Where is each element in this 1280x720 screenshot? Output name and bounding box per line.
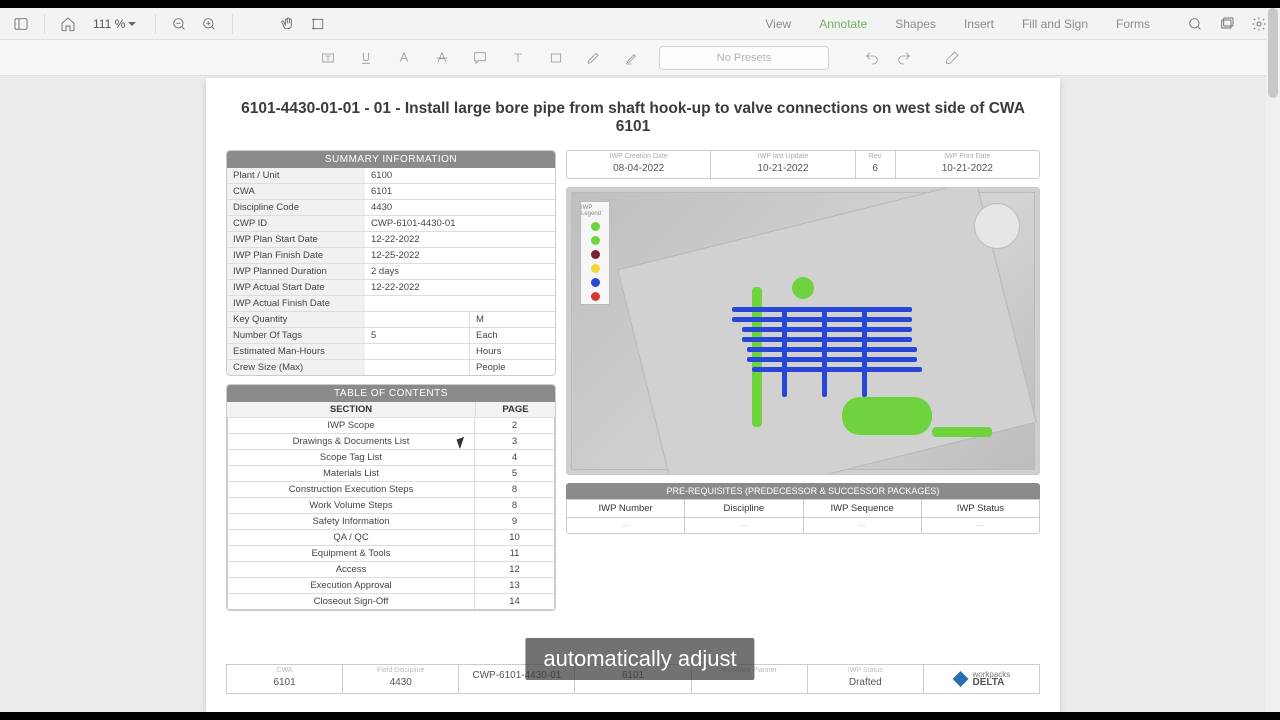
toc-header: TABLE OF CONTENTS: [227, 385, 555, 402]
toc-row[interactable]: IWP Scope2: [228, 417, 554, 433]
summary-row: Estimated Man-HoursHours: [227, 343, 555, 359]
summary-row: IWP Actual Finish Date: [227, 295, 555, 311]
summary-row: Discipline Code4430: [227, 199, 555, 215]
prereq-header: PRE-REQUISITES (PREDECESSOR & SUCCESSOR …: [566, 483, 1040, 499]
meta-cell: IWP last Update10-21-2022: [710, 151, 854, 178]
meta-cell: IWP Print Date10-21-2022: [895, 151, 1039, 178]
footer-cell: CWA6101: [227, 665, 342, 693]
pen-icon[interactable]: [583, 47, 605, 69]
search-icon[interactable]: [1184, 13, 1206, 35]
comment-icon[interactable]: [469, 47, 491, 69]
home-icon[interactable]: [57, 13, 79, 35]
zoom-level[interactable]: 111 %: [87, 17, 143, 31]
mode-tabs: View Annotate Shapes Insert Fill and Sig…: [765, 17, 1150, 31]
redo-icon[interactable]: [893, 47, 915, 69]
summary-row: Plant / Unit6100: [227, 168, 555, 183]
summary-row: Crew Size (Max)People: [227, 359, 555, 375]
toc-col-section: SECTION: [227, 402, 475, 417]
summary-row: CWP IDCWP-6101-4430-01: [227, 215, 555, 231]
toc-row[interactable]: Drawings & Documents List3: [228, 433, 554, 449]
toc-row[interactable]: Access12: [228, 561, 554, 577]
window-icon[interactable]: [1216, 13, 1238, 35]
toc-row[interactable]: Materials List5: [228, 465, 554, 481]
toc-row[interactable]: Equipment & Tools11: [228, 545, 554, 561]
tab-fill-sign[interactable]: Fill and Sign: [1022, 17, 1088, 31]
summary-row: Number Of Tags5Each: [227, 327, 555, 343]
toc-col-page: PAGE: [475, 402, 555, 417]
panel-toggle-icon[interactable]: [10, 13, 32, 35]
hand-tool-icon[interactable]: [277, 13, 299, 35]
summary-header: SUMMARY INFORMATION: [227, 151, 555, 168]
summary-panel: SUMMARY INFORMATION Plant / Unit6100CWA6…: [226, 150, 556, 376]
legend-dot: [591, 250, 600, 259]
toc-row[interactable]: Construction Execution Steps8: [228, 481, 554, 497]
toc-row[interactable]: QA / QC10: [228, 529, 554, 545]
zoom-out-icon[interactable]: [168, 13, 190, 35]
prereq-col: Discipline: [684, 500, 802, 517]
rectangle-icon[interactable]: [545, 47, 567, 69]
piping-graphic: [692, 247, 972, 457]
page-title: 6101-4430-01-01 - 01 - Install large bor…: [226, 100, 1040, 136]
compass-icon[interactable]: [974, 203, 1020, 249]
summary-row: IWP Actual Start Date12-22-2022: [227, 279, 555, 295]
prereq-col: IWP Number: [567, 500, 684, 517]
iwp-legend: IWP Legend: [580, 201, 610, 305]
text-box-icon[interactable]: [317, 47, 339, 69]
toc-panel: TABLE OF CONTENTS SECTION PAGE IWP Scope…: [226, 384, 556, 611]
prereq-col: IWP Sequence: [803, 500, 921, 517]
tab-annotate[interactable]: Annotate: [819, 17, 867, 31]
iwp-meta-strip: IWP Creation Date08-04-2022IWP last Upda…: [566, 150, 1040, 179]
tab-view[interactable]: View: [765, 17, 791, 31]
preset-dropdown[interactable]: No Presets: [659, 46, 829, 70]
annotate-toolbar: No Presets: [0, 40, 1280, 76]
eraser-icon[interactable]: [941, 47, 963, 69]
strike-icon[interactable]: [431, 47, 453, 69]
meta-cell: IWP Creation Date08-04-2022: [567, 151, 710, 178]
highlight-icon[interactable]: [621, 47, 643, 69]
legend-dot: [591, 236, 600, 245]
summary-row: IWP Plan Start Date12-22-2022: [227, 231, 555, 247]
toc-row[interactable]: Work Volume Steps8: [228, 497, 554, 513]
meta-cell: Rev6: [855, 151, 895, 178]
model-viewport[interactable]: IWP Legend: [566, 187, 1040, 475]
summary-row: IWP Plan Finish Date12-25-2022: [227, 247, 555, 263]
toc-row[interactable]: Safety Information9: [228, 513, 554, 529]
legend-dot: [591, 222, 600, 231]
toc-row[interactable]: Scope Tag List4: [228, 449, 554, 465]
pdf-page: 6101-4430-01-01 - 01 - Install large bor…: [206, 78, 1060, 712]
prereq-panel: PRE-REQUISITES (PREDECESSOR & SUCCESSOR …: [566, 483, 1040, 534]
legend-dot: [591, 278, 600, 287]
underline-icon[interactable]: [355, 47, 377, 69]
toc-row[interactable]: Execution Approval13: [228, 577, 554, 593]
footer-cell: IWP StatusDrafted: [807, 665, 923, 693]
tab-insert[interactable]: Insert: [964, 17, 994, 31]
text-red-icon[interactable]: [393, 47, 415, 69]
summary-row: CWA6101: [227, 183, 555, 199]
summary-row: IWP Planned Duration2 days: [227, 263, 555, 279]
prereq-col: IWP Status: [921, 500, 1039, 517]
zoom-in-icon[interactable]: [198, 13, 220, 35]
vertical-scrollbar[interactable]: [1266, 8, 1280, 712]
footer-cell: Field Discipline4430: [342, 665, 458, 693]
brand-logo: workpacksDELTA: [923, 665, 1039, 693]
text-tool-icon[interactable]: [507, 47, 529, 69]
tab-shapes[interactable]: Shapes: [895, 17, 936, 31]
legend-dot: [591, 292, 600, 301]
toc-row[interactable]: Closeout Sign-Off14: [228, 593, 554, 609]
undo-icon[interactable]: [861, 47, 883, 69]
legend-dot: [591, 264, 600, 273]
primary-toolbar: 111 % View Annotate Shapes Insert Fill a…: [0, 8, 1280, 40]
video-caption: automatically adjust: [525, 638, 754, 680]
tab-forms[interactable]: Forms: [1116, 17, 1150, 31]
summary-row: Key QuantityM: [227, 311, 555, 327]
select-area-icon[interactable]: [307, 13, 329, 35]
